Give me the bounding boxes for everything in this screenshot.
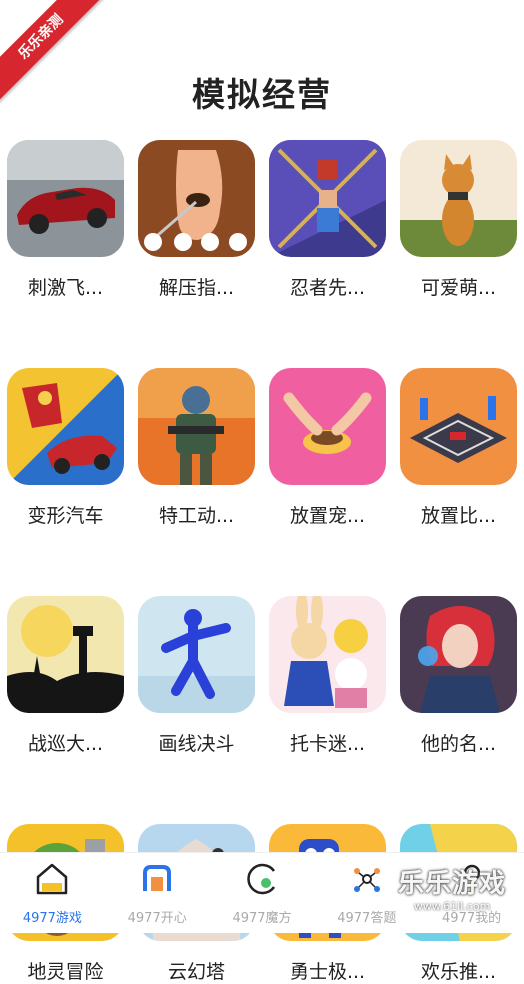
tab-label: 4977开心 xyxy=(127,911,187,926)
game-tile[interactable]: 他的名... xyxy=(400,596,517,756)
tab-cube[interactable]: 4977魔方 xyxy=(210,853,315,933)
game-tile[interactable]: 放置宠... xyxy=(269,368,386,528)
tab-label: 4977魔方 xyxy=(232,911,292,926)
tab-happy[interactable]: 4977开心 xyxy=(105,853,210,933)
game-name: 他的名... xyxy=(420,733,497,755)
game-name: 刺激飞... xyxy=(27,277,104,299)
game-tile[interactable]: 解压指... xyxy=(138,140,255,300)
game-name: 勇士极... xyxy=(289,961,366,983)
game-tile[interactable]: 刺激飞... xyxy=(7,140,124,300)
game-tile[interactable]: 可爱萌... xyxy=(400,140,517,300)
game-tile[interactable]: 变形汽车 xyxy=(7,368,124,528)
happy-icon xyxy=(143,865,172,891)
quiz-icon xyxy=(353,868,380,892)
game-name: 放置比... xyxy=(420,505,497,527)
game-tile[interactable]: 托卡迷... xyxy=(269,596,386,756)
game-name: 云幻塔 xyxy=(167,961,225,983)
game-name: 特工动... xyxy=(158,505,235,527)
game-tile[interactable]: 放置比... xyxy=(400,368,517,528)
watermark-url: www.61ll.com xyxy=(413,900,491,913)
game-tile[interactable]: 画线决斗 xyxy=(138,596,255,756)
game-name: 解压指... xyxy=(158,277,235,299)
cube-icon xyxy=(247,863,276,895)
battle-icon xyxy=(7,596,124,713)
game-tile[interactable]: 战巡大... xyxy=(7,596,124,756)
blue-figure-icon xyxy=(138,596,255,713)
game-name: 画线决斗 xyxy=(158,733,235,755)
site-watermark: 乐乐游戏 www.61ll.com xyxy=(384,863,520,923)
agent-icon xyxy=(138,368,255,485)
ninja-icon xyxy=(269,140,386,257)
game-name: 托卡迷... xyxy=(289,733,366,755)
game-name: 欢乐推... xyxy=(420,961,497,983)
cat-icon xyxy=(400,140,517,257)
watermark-title: 乐乐游戏 xyxy=(397,869,506,899)
home-icon xyxy=(37,863,68,895)
pet-bowl-icon xyxy=(269,368,386,485)
game-tile[interactable]: 特工动... xyxy=(138,368,255,528)
race-track-icon xyxy=(400,368,517,485)
robot-car-icon xyxy=(7,368,124,485)
tab-label: 4977游戏 xyxy=(22,911,82,926)
foot-icon xyxy=(138,140,255,257)
red-hair-icon xyxy=(400,596,517,713)
page-title: 模拟经营 xyxy=(192,75,332,114)
game-name: 忍者先... xyxy=(289,277,366,299)
game-tile[interactable]: 忍者先... xyxy=(269,140,386,300)
tab-games[interactable]: 4977游戏 xyxy=(0,853,105,933)
bunny-cat-icon xyxy=(269,596,386,713)
game-name: 地灵冒险 xyxy=(27,961,104,983)
game-name: 战巡大... xyxy=(27,733,104,755)
game-name: 可爱萌... xyxy=(420,277,497,299)
game-name: 变形汽车 xyxy=(27,505,104,527)
game-name: 放置宠... xyxy=(289,505,366,527)
car-icon xyxy=(7,140,124,257)
